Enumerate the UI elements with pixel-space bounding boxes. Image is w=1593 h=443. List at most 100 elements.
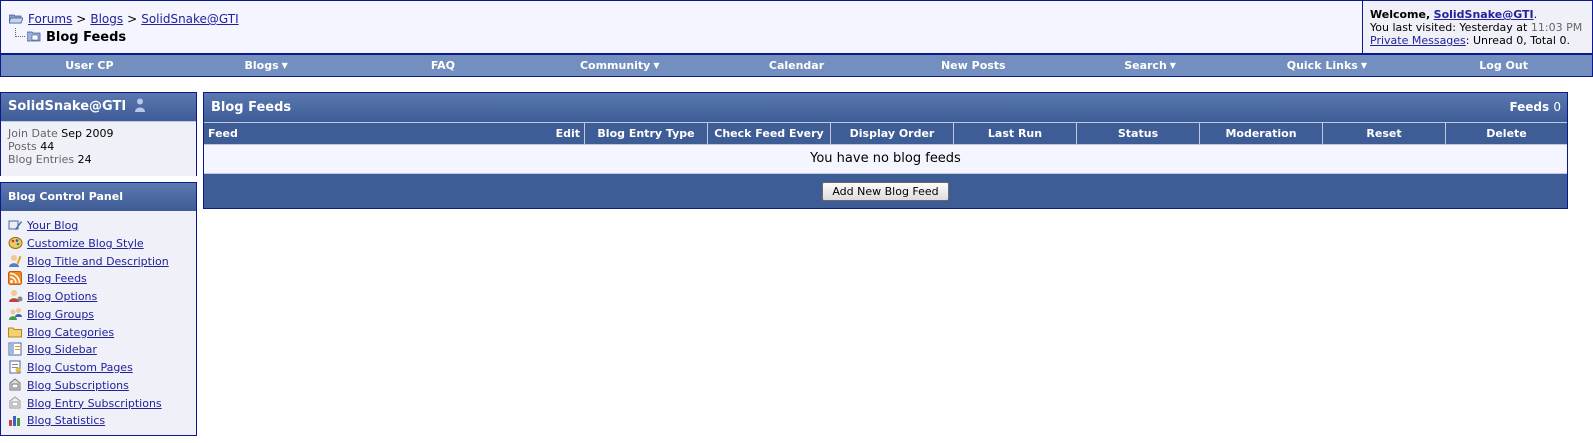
- page-title: Blog Feeds: [46, 30, 127, 45]
- list-item: Blog Sidebar: [8, 341, 196, 359]
- cp-link-blog-title-description[interactable]: Blog Title and Description: [27, 255, 169, 268]
- profile-header: SolidSnake@GTI: [1, 93, 196, 122]
- blog-entries-label: Blog Entries: [8, 153, 75, 166]
- chevron-down-icon: ▼: [653, 61, 660, 70]
- table-header-row: Feed Edit Blog Entry Type Check Feed Ever…: [204, 122, 1567, 144]
- folder-open-icon: [9, 14, 23, 24]
- welcome-username-link[interactable]: SolidSnake@GTI: [1434, 8, 1534, 21]
- blog-entries-value: 24: [77, 153, 92, 166]
- nav-faq[interactable]: FAQ: [355, 55, 532, 76]
- column-last-run: Last Run: [954, 123, 1077, 144]
- entry-subscription-icon: [9, 395, 21, 408]
- page-icon: [9, 360, 21, 374]
- blog-feeds-header: Blog Feeds Feeds 0: [204, 93, 1567, 122]
- breadcrumb: Forums > Blogs > SolidSnake@GTI: [9, 11, 239, 27]
- add-new-blog-feed-button[interactable]: Add New Blog Feed: [822, 182, 949, 201]
- cp-link-blog-groups[interactable]: Blog Groups: [27, 308, 94, 321]
- cp-link-blog-subscriptions[interactable]: Blog Subscriptions: [27, 379, 129, 392]
- column-delete: Delete: [1486, 127, 1527, 140]
- cp-link-your-blog[interactable]: Your Blog: [27, 219, 78, 232]
- join-date-value: Sep 2009: [61, 127, 114, 140]
- nav-quick-links-label: Quick Links: [1286, 59, 1358, 72]
- breadcrumb-separator: >: [76, 12, 87, 26]
- column-blog-entry-type: Blog Entry Type: [585, 123, 708, 144]
- column-display-order: Display Order: [831, 123, 954, 144]
- subscription-icon: [9, 378, 21, 391]
- feeds-count-label: Feeds: [1509, 100, 1550, 114]
- nav-calendar-label: Calendar: [768, 59, 825, 72]
- list-item: Customize Blog Style: [8, 235, 196, 253]
- cp-link-blog-custom-pages[interactable]: Blog Custom Pages: [27, 361, 133, 374]
- nav-user-cp-label: User CP: [65, 59, 114, 72]
- feeds-count: Feeds 0: [1509, 93, 1561, 122]
- folder-icon: [8, 327, 22, 337]
- profile-panel: SolidSnake@GTI Join Date Sep 2009 Posts …: [0, 92, 197, 176]
- control-panel-links: Your Blog Customize Blog Style Blog Titl…: [1, 211, 196, 435]
- blog-feeds-title: Blog Feeds: [211, 100, 292, 115]
- sidebar-icon: [8, 342, 22, 356]
- join-date-label: Join Date: [8, 127, 58, 140]
- column-feed-label: Feed: [208, 127, 238, 140]
- nav-log-out[interactable]: Log Out: [1415, 55, 1592, 76]
- cp-link-blog-categories[interactable]: Blog Categories: [27, 326, 114, 339]
- last-visited-time: 11:03 PM: [1530, 21, 1583, 34]
- nav-new-posts[interactable]: New Posts: [885, 55, 1062, 76]
- breadcrumb-link-user[interactable]: SolidSnake@GTI: [141, 12, 238, 26]
- cp-link-customize-blog-style[interactable]: Customize Blog Style: [27, 237, 144, 250]
- last-visited-label: You last visited: Yesterday at: [1370, 21, 1528, 34]
- welcome-box: Welcome, SolidSnake@GTI. You last visite…: [1362, 1, 1592, 53]
- nav-user-cp[interactable]: User CP: [1, 55, 178, 76]
- nav-blogs[interactable]: Blogs ▼: [178, 55, 355, 76]
- group-icon: [9, 307, 22, 320]
- person-edit-icon: [9, 254, 22, 267]
- blog-feeds-panel: Blog Feeds Feeds 0 Feed Edit Blog Entry T…: [203, 92, 1568, 209]
- column-status: Status: [1077, 123, 1200, 144]
- list-item: Blog Categories: [8, 324, 196, 342]
- breadcrumb-separator: >: [127, 12, 138, 26]
- list-item: Blog Entry Subscriptions: [8, 395, 196, 413]
- empty-message: You have no blog feeds: [204, 144, 1567, 174]
- chevron-down-icon: ▼: [281, 61, 288, 70]
- column-moderation: Moderation: [1200, 123, 1323, 144]
- cp-link-blog-options[interactable]: Blog Options: [27, 290, 97, 303]
- private-messages-link[interactable]: Private Messages: [1370, 34, 1466, 47]
- column-reset: Reset: [1323, 123, 1446, 144]
- welcome-period: .: [1533, 8, 1538, 21]
- private-messages-status: : Unread 0, Total 0.: [1465, 34, 1570, 47]
- cp-link-blog-statistics[interactable]: Blog Statistics: [27, 414, 105, 427]
- nav-search[interactable]: Search ▼: [1062, 55, 1239, 76]
- list-item: Blog Subscriptions: [8, 377, 196, 395]
- posts-label: Posts: [8, 140, 37, 153]
- breadcrumb-link-forums[interactable]: Forums: [28, 12, 72, 26]
- list-item: Blog Feeds: [8, 270, 196, 288]
- nav-new-posts-label: New Posts: [940, 59, 1006, 72]
- profile-stats: Join Date Sep 2009 Posts 44 Blog Entries…: [1, 122, 196, 176]
- cp-link-blog-feeds[interactable]: Blog Feeds: [27, 272, 87, 285]
- profile-username[interactable]: SolidSnake@GTI: [8, 99, 126, 114]
- list-item: Your Blog: [8, 217, 196, 235]
- list-item: Blog Groups: [8, 306, 196, 324]
- chevron-down-icon: ▼: [1360, 61, 1367, 70]
- column-check-feed-every: Check Feed Every: [708, 123, 831, 144]
- posts-value: 44: [40, 140, 55, 153]
- column-feed: Feed Edit: [204, 123, 585, 144]
- nav-bar: User CP Blogs ▼ FAQ Community ▼ Calendar N…: [0, 54, 1593, 77]
- list-item: Blog Title and Description: [8, 253, 196, 271]
- list-item: Blog Custom Pages: [8, 359, 196, 377]
- top-bar: Forums > Blogs > SolidSnake@GTI Blog Feeds W…: [0, 0, 1593, 54]
- nav-faq-label: FAQ: [430, 59, 456, 72]
- options-icon: [9, 290, 23, 302]
- nav-quick-links[interactable]: Quick Links ▼: [1238, 55, 1415, 76]
- user-online-icon: [134, 98, 145, 112]
- list-item: Blog Options: [8, 288, 196, 306]
- nav-community[interactable]: Community ▼: [531, 55, 708, 76]
- nav-log-out-label: Log Out: [1479, 59, 1528, 72]
- page-title-row: Blog Feeds: [15, 28, 126, 46]
- nav-blogs-label: Blogs: [244, 59, 279, 72]
- nav-calendar[interactable]: Calendar: [708, 55, 885, 76]
- column-edit-label: Edit: [555, 127, 580, 140]
- cp-link-blog-entry-subscriptions[interactable]: Blog Entry Subscriptions: [27, 397, 162, 410]
- cp-link-blog-sidebar[interactable]: Blog Sidebar: [27, 343, 97, 356]
- tree-connector: [15, 28, 25, 37]
- breadcrumb-link-blogs[interactable]: Blogs: [90, 12, 123, 26]
